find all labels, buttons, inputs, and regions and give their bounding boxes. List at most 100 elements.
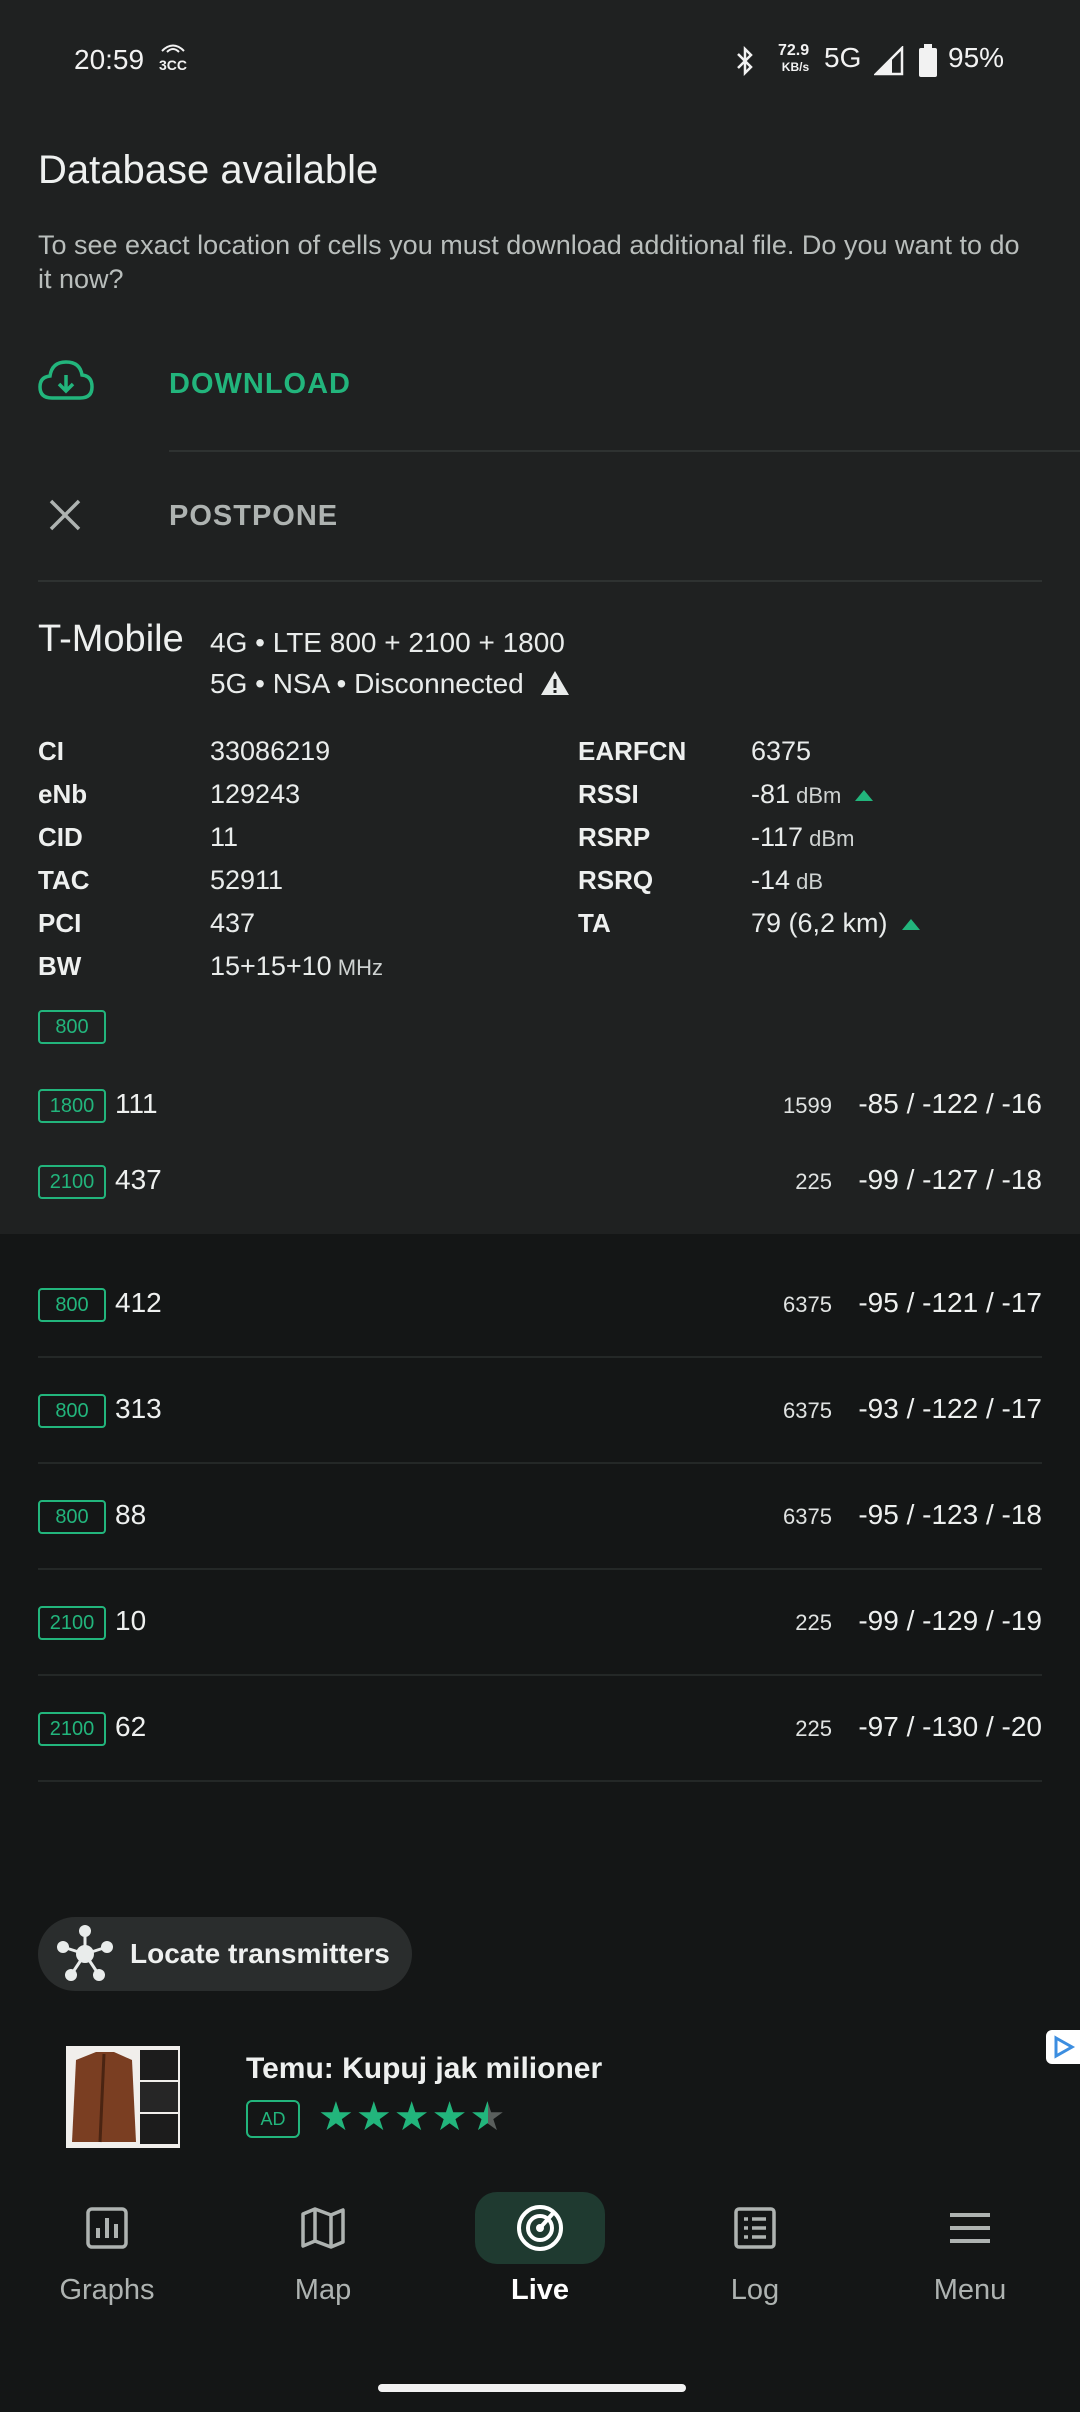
warning-icon bbox=[540, 671, 569, 695]
aggregated-cell-pci: 437 bbox=[115, 1164, 162, 1195]
aggregation-label: 3CC bbox=[158, 57, 187, 73]
neighbor-cell-divider bbox=[38, 1674, 1042, 1676]
bluetooth-icon bbox=[734, 45, 756, 81]
right-param-key-earfcn: EARFCN bbox=[578, 736, 687, 766]
right-param-value-earfcn: 6375 bbox=[751, 736, 811, 767]
left-param-value-tac: 52911 bbox=[210, 865, 283, 896]
param-value: 437 bbox=[210, 908, 256, 938]
right-param-key-rssi: RSSI bbox=[578, 779, 639, 809]
locate-transmitters-button[interactable]: Locate transmitters bbox=[38, 1917, 412, 1991]
param-value: 129243 bbox=[210, 779, 301, 809]
aggregated-cell-earfcn: 1599 bbox=[783, 1093, 832, 1118]
param-unit: MHz bbox=[331, 955, 383, 980]
left-param-key-enb: eNb bbox=[38, 779, 88, 809]
left-param-key-bw: BW bbox=[38, 951, 82, 981]
neighbor-cell-band-badge: 800 bbox=[38, 1500, 106, 1534]
neighbor-cell-band-badge: 2100 bbox=[38, 1606, 106, 1640]
param-value: -81 bbox=[751, 779, 791, 809]
neighbor-cell-pci: 62 bbox=[115, 1711, 147, 1742]
status-time: 20:59 bbox=[74, 44, 145, 75]
neighbor-cell-signal: -95 / -123 / -18 bbox=[858, 1499, 1042, 1530]
neighbor-cell-pci: 412 bbox=[115, 1287, 162, 1318]
neighbor-cell-signal: -99 / -129 / -19 bbox=[858, 1605, 1042, 1636]
neighbor-cell-band-badge: 2100 bbox=[38, 1712, 106, 1746]
nav-item-menu[interactable]: Menu bbox=[895, 2190, 1045, 2307]
left-param-key-cid: CID bbox=[38, 822, 83, 852]
trend-up-icon bbox=[901, 919, 920, 931]
aggregated-cell-band-badge: 1800 bbox=[38, 1089, 106, 1123]
param-unit: dBm bbox=[803, 826, 855, 851]
ad-title[interactable]: Temu: Kupuj jak milioner bbox=[246, 2052, 602, 2086]
cloud-download-icon[interactable] bbox=[38, 358, 94, 409]
neighbor-cell-divider bbox=[38, 1462, 1042, 1464]
param-unit: dB bbox=[790, 869, 824, 894]
nav-item-log[interactable]: Log bbox=[680, 2190, 830, 2307]
trend-up-icon bbox=[855, 790, 874, 802]
right-param-value-rsrq: -14 dB bbox=[751, 865, 823, 896]
neighbor-cell-earfcn: 6375 bbox=[783, 1398, 832, 1423]
ad-image[interactable] bbox=[66, 2046, 180, 2148]
primary-band-badge: 800 bbox=[38, 1010, 106, 1044]
transmitters-icon bbox=[57, 1925, 113, 1981]
close-icon[interactable] bbox=[48, 498, 82, 537]
right-param-key-rsrp: RSRP bbox=[578, 822, 651, 852]
param-value: -117 bbox=[751, 822, 804, 852]
nr-status: 5G • NSA • Disconnected bbox=[210, 668, 524, 699]
speed-unit: KB/s bbox=[781, 60, 810, 74]
param-value: 6375 bbox=[751, 736, 812, 766]
postpone-button[interactable]: POSTPONE bbox=[169, 500, 338, 533]
left-param-value-cid: 11 bbox=[210, 822, 238, 853]
network-speed: 72.9 KB/s bbox=[778, 42, 809, 76]
battery-icon bbox=[918, 44, 938, 83]
param-value: 15+15+10 bbox=[210, 951, 332, 981]
nav-item-map[interactable]: Map bbox=[248, 2190, 398, 2307]
nav-label-live: Live bbox=[510, 2274, 570, 2306]
neighbor-cell-pci: 10 bbox=[115, 1605, 147, 1636]
neighbor-cell-divider bbox=[38, 1356, 1042, 1358]
nav-label-menu: Menu bbox=[933, 2274, 1007, 2306]
neighbor-cell-pci: 313 bbox=[115, 1393, 162, 1424]
menu-icon bbox=[895, 2190, 1045, 2266]
aggregated-cell-signal: -85 / -122 / -16 bbox=[858, 1088, 1042, 1119]
right-param-key-ta: TA bbox=[578, 908, 611, 938]
neighbor-cell-divider bbox=[38, 1568, 1042, 1570]
param-value: 52911 bbox=[210, 865, 284, 895]
left-param-value-ci: 33086219 bbox=[210, 736, 330, 767]
right-param-value-ta: 79 (6,2 km) bbox=[751, 908, 920, 939]
nav-label-map: Map bbox=[294, 2274, 352, 2306]
right-param-key-rsrq: RSRQ bbox=[578, 865, 654, 895]
param-value: 33086219 bbox=[210, 736, 331, 766]
graphs-icon bbox=[32, 2190, 182, 2266]
neighbor-cell-signal: -93 / -122 / -17 bbox=[858, 1393, 1042, 1424]
carrier-name: T-Mobile bbox=[38, 618, 184, 660]
aggregated-cell-signal: -99 / -127 / -18 bbox=[858, 1164, 1042, 1195]
map-icon bbox=[248, 2190, 398, 2266]
ad-choices-icon[interactable] bbox=[1046, 2030, 1080, 2064]
param-value: 79 (6,2 km) bbox=[751, 908, 888, 938]
left-param-key-pci: PCI bbox=[38, 908, 82, 938]
neighbor-cell-earfcn: 225 bbox=[795, 1610, 832, 1635]
home-indicator[interactable] bbox=[378, 2384, 686, 2392]
carrier-aggregation-icon: 3CC bbox=[158, 42, 188, 72]
left-param-key-tac: TAC bbox=[38, 865, 90, 895]
neighbor-cell-earfcn: 6375 bbox=[783, 1292, 832, 1317]
left-param-value-bw: 15+15+10 MHz bbox=[210, 951, 383, 982]
left-param-value-pci: 437 bbox=[210, 908, 255, 939]
neighbor-cell-pci: 88 bbox=[115, 1499, 147, 1530]
nav-item-live[interactable]: Live bbox=[465, 2190, 615, 2307]
download-button[interactable]: DOWNLOAD bbox=[169, 368, 351, 401]
neighbor-cell-signal: -97 / -130 / -20 bbox=[858, 1711, 1042, 1742]
param-value: -14 bbox=[751, 865, 791, 895]
nav-item-graphs[interactable]: Graphs bbox=[32, 2190, 182, 2307]
neighbor-cell-divider bbox=[38, 1780, 1042, 1782]
locate-label: Locate transmitters bbox=[130, 1938, 390, 1969]
lte-tech-line: 4G • LTE 800 + 2100 + 1800 bbox=[210, 627, 565, 658]
aggregated-cell-band-badge: 2100 bbox=[38, 1165, 106, 1199]
aggregated-cell-earfcn: 225 bbox=[795, 1169, 832, 1194]
dialog-text: To see exact location of cells you must … bbox=[38, 230, 1020, 294]
signal-icon bbox=[872, 44, 904, 81]
neighbor-cell-band-badge: 800 bbox=[38, 1394, 106, 1428]
neighbor-cell-band-badge: 800 bbox=[38, 1288, 106, 1322]
param-unit: dBm bbox=[790, 783, 842, 808]
ad-rating-stars: ★★★★★ bbox=[318, 2095, 508, 2139]
